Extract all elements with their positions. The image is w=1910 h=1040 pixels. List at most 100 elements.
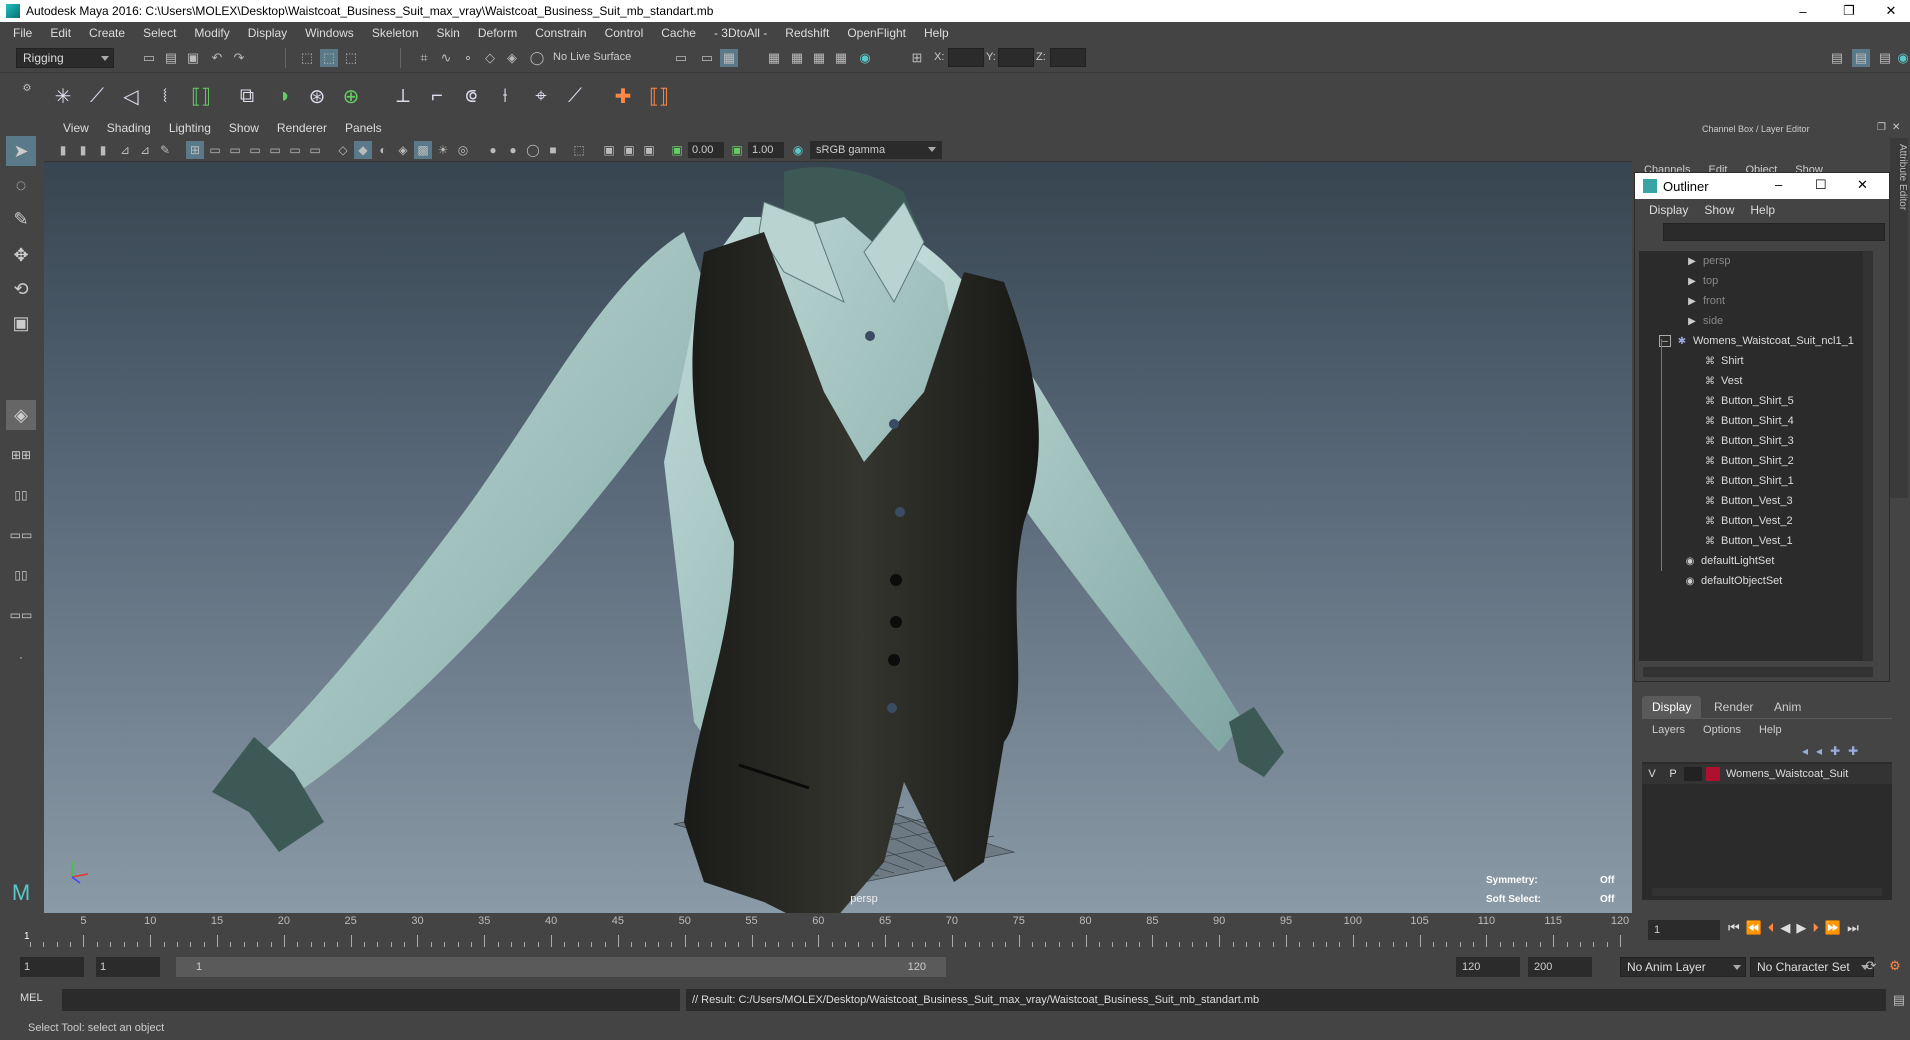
time-slider[interactable]: 5 10 15 20 25 30 35 40 45 50 55 60 65 70 75 80 85 90 95 100…: [20, 913, 1645, 949]
restore-button[interactable]: ❐: [1826, 0, 1872, 22]
layer-visibility-toggle[interactable]: V: [1642, 768, 1662, 780]
character-set-dropdown[interactable]: No Character Set: [1750, 957, 1874, 977]
play-forward-icon[interactable]: ▶: [1796, 920, 1806, 936]
outliner-menu-display[interactable]: Display: [1641, 203, 1696, 217]
x-field[interactable]: [948, 48, 984, 67]
redo-icon[interactable]: ↷: [230, 49, 248, 67]
render-view-icon[interactable]: ▦: [765, 49, 783, 67]
layer-menu-options[interactable]: Options: [1703, 724, 1741, 736]
menu-openflight[interactable]: OpenFlight: [838, 26, 915, 40]
snap-grid-icon[interactable]: ⌗: [415, 49, 433, 67]
layer-display-type[interactable]: [1684, 767, 1702, 781]
persp-outliner-layout-icon[interactable]: ▯▯: [6, 560, 36, 590]
film-gate-icon[interactable]: ▭: [206, 141, 224, 159]
shelf-menu-icon[interactable]: ⚙: [18, 79, 36, 97]
command-language[interactable]: MEL: [20, 992, 60, 1004]
wire-tool-icon[interactable]: ⟋: [560, 81, 590, 111]
gate-mask-icon[interactable]: ▭: [246, 141, 264, 159]
outliner-item-button-shirt-5[interactable]: ⌘ Button_Shirt_5: [1703, 391, 1794, 411]
input-ops-icon[interactable]: ▭: [698, 49, 716, 67]
outliner-item-vest[interactable]: ⌘ Vest: [1703, 371, 1742, 391]
menu-edit[interactable]: Edit: [41, 26, 80, 40]
vp-menu-view[interactable]: View: [54, 121, 98, 135]
cluster-icon[interactable]: ⧉: [232, 81, 262, 111]
outliner-item-button-shirt-3[interactable]: ⌘ Button_Shirt_3: [1703, 431, 1794, 451]
vp-menu-panels[interactable]: Panels: [336, 121, 391, 135]
minimize-button[interactable]: –: [1780, 0, 1826, 22]
move-tool-icon[interactable]: ✥: [6, 240, 36, 270]
animation-start-field[interactable]: 1: [20, 957, 84, 977]
outliner-maximize-button[interactable]: ☐: [1815, 177, 1827, 193]
playback-end-field[interactable]: 120: [1456, 957, 1520, 977]
layer-list[interactable]: V P Womens_Waistcoat_Suit: [1642, 762, 1892, 900]
viewport-panel[interactable]: View Shading Lighting Show Renderer Pane…: [44, 118, 1632, 913]
xray-icon[interactable]: ▣: [600, 141, 618, 159]
image-plane-icon[interactable]: ⊿: [116, 141, 134, 159]
outliner-item-button-vest-3[interactable]: ⌘ Button_Vest_3: [1703, 491, 1793, 511]
custom-layout-icon[interactable]: ·: [6, 642, 36, 672]
move-layer-down-icon[interactable]: ◂: [1816, 744, 1822, 758]
go-to-start-icon[interactable]: ⏮: [1728, 920, 1740, 936]
menu-help[interactable]: Help: [915, 26, 958, 40]
anim-prefs-icon[interactable]: ⚙: [1886, 957, 1904, 975]
single-view-layout-icon[interactable]: ◈: [6, 400, 36, 430]
snap-point-icon[interactable]: ∘: [459, 49, 477, 67]
layer-color-swatch[interactable]: [1706, 767, 1720, 781]
sculpt-icon[interactable]: ⊕: [336, 81, 366, 111]
step-forward-key-icon[interactable]: ⏩: [1825, 920, 1841, 936]
menu-redshift[interactable]: Redshift: [776, 26, 838, 40]
outliner-item-side[interactable]: ▶ side: [1685, 311, 1723, 331]
command-input[interactable]: [62, 989, 680, 1011]
grease-pencil-icon[interactable]: ✎: [156, 141, 174, 159]
lattice-icon[interactable]: ◑: [268, 81, 298, 111]
script-editor-icon[interactable]: ▤: [1890, 991, 1908, 1009]
resolution-gate-icon[interactable]: ▭: [226, 141, 244, 159]
anim-layer-dropdown[interactable]: No Anim Layer: [1620, 957, 1746, 977]
symmetry-icon[interactable]: ▦: [720, 49, 738, 67]
outliner-item-front[interactable]: ▶ front: [1685, 291, 1725, 311]
side-by-side-layout-icon[interactable]: ▯▯: [6, 480, 36, 510]
layer-row[interactable]: V P Womens_Waistcoat_Suit: [1642, 764, 1892, 784]
close-button[interactable]: ✕: [1868, 0, 1910, 22]
smooth-bind-icon[interactable]: ⟃: [456, 81, 486, 111]
menu-windows[interactable]: Windows: [296, 26, 363, 40]
outliner-search-input[interactable]: [1663, 223, 1885, 241]
select-object-icon[interactable]: ⬚: [320, 49, 338, 67]
render-settings-icon[interactable]: ▦: [832, 49, 850, 67]
outliner-item-persp[interactable]: ▶ persp: [1685, 251, 1730, 271]
tab-anim[interactable]: Anim: [1764, 696, 1811, 718]
default-material-icon[interactable]: ◐: [374, 141, 392, 159]
ambient-occlusion-icon[interactable]: ●: [484, 141, 502, 159]
snap-curve-icon[interactable]: ∿: [437, 49, 455, 67]
new-layer-selected-icon[interactable]: ✚: [1848, 744, 1858, 758]
menu-control[interactable]: Control: [596, 26, 653, 40]
wireframe-on-shaded-icon[interactable]: ◈: [394, 141, 412, 159]
blend-shape-icon[interactable]: ⌖: [526, 81, 556, 111]
outliner-item-default-light-set[interactable]: ◉ defaultLightSet: [1683, 551, 1775, 571]
outliner-item-group[interactable]: – ✱ Womens_Waistcoat_Suit_ncl1_1: [1659, 331, 1854, 351]
camera-select-icon[interactable]: ▮: [54, 141, 72, 159]
channel-box-toggle-icon[interactable]: ◉: [1894, 49, 1910, 67]
hypershade-layout-icon[interactable]: ▭▭: [6, 600, 36, 630]
menu-constrain[interactable]: Constrain: [526, 26, 595, 40]
menu-display[interactable]: Display: [239, 26, 296, 40]
paint-select-tool-icon[interactable]: ✎: [6, 204, 36, 234]
outliner-horizontal-scrollbar[interactable]: [1643, 667, 1873, 677]
hypershade-icon[interactable]: ◉: [856, 49, 874, 67]
undo-icon[interactable]: ↶: [208, 49, 226, 67]
scale-tool-icon[interactable]: ▣: [6, 308, 36, 338]
safe-action-icon[interactable]: ▭: [286, 141, 304, 159]
tool-settings-toggle-icon[interactable]: ▤: [1876, 49, 1894, 67]
color-space-dropdown[interactable]: sRGB gamma: [810, 141, 942, 159]
camera-attributes-icon[interactable]: ▮: [74, 141, 92, 159]
menu-select[interactable]: Select: [134, 26, 185, 40]
smooth-shade-icon[interactable]: ◆: [354, 141, 372, 159]
construction-history-icon[interactable]: ▭: [672, 49, 690, 67]
persp-graph-layout-icon[interactable]: ▭▭: [6, 520, 36, 550]
render-frame-icon[interactable]: ▦: [788, 49, 806, 67]
layer-menu-help[interactable]: Help: [1759, 724, 1782, 736]
save-scene-icon[interactable]: ▣: [184, 49, 202, 67]
vp-menu-show[interactable]: Show: [220, 121, 268, 135]
menu-modify[interactable]: Modify: [185, 26, 238, 40]
color-management-icon[interactable]: ◉: [789, 141, 807, 159]
